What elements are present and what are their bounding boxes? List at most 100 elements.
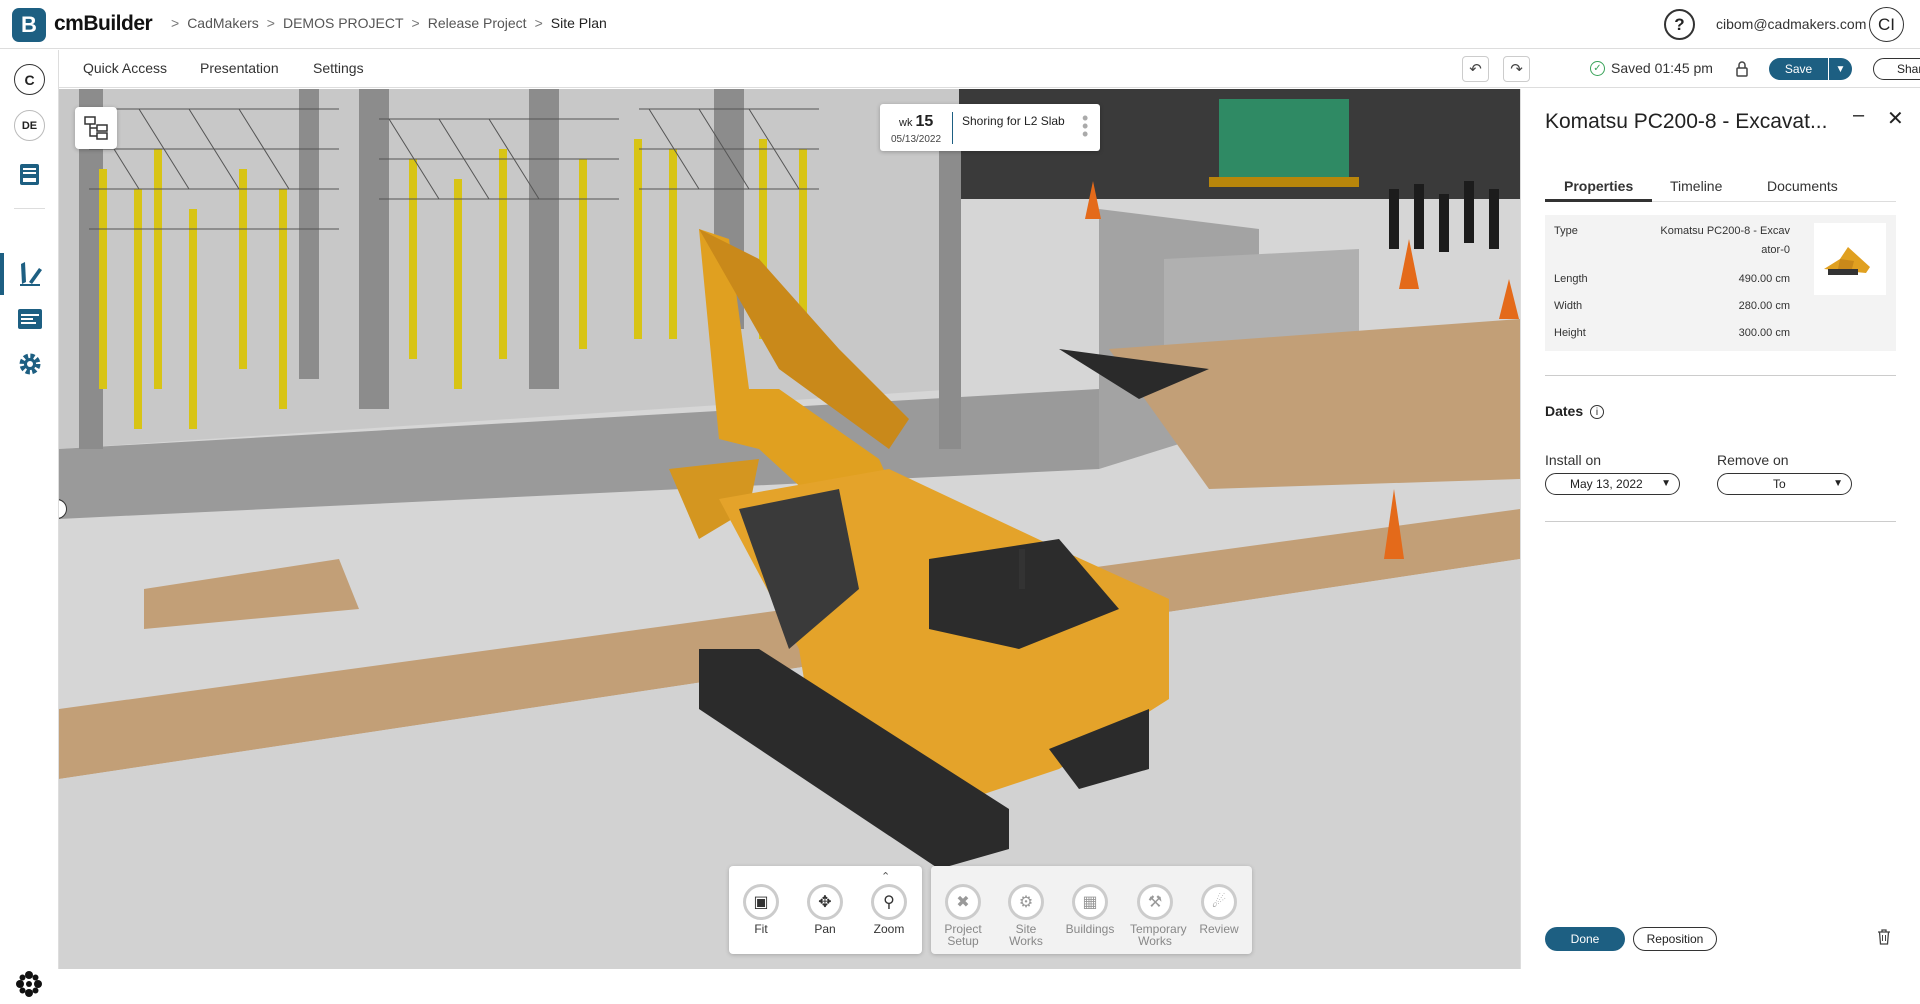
category-label: Project Setup [944, 922, 982, 948]
project-de-button[interactable]: DE [14, 110, 45, 141]
reposition-button[interactable]: Reposition [1633, 927, 1717, 951]
chevron-up-icon[interactable]: ⌃ [881, 870, 890, 883]
week-label: wk 15 [899, 113, 933, 131]
category-label: Review [1199, 922, 1239, 936]
review-icon: ☄ [1201, 884, 1237, 920]
user-email[interactable]: cibom@cadmakers.com [1716, 16, 1866, 32]
save-button-label: Save [1784, 62, 1813, 76]
help-button[interactable]: ? [1664, 9, 1695, 40]
model-tree-button[interactable] [75, 107, 117, 149]
minimize-icon[interactable]: – [1853, 104, 1864, 127]
length-label: Length [1554, 273, 1588, 285]
breadcrumb-separator: > [534, 15, 543, 31]
width-label: Width [1554, 300, 1583, 312]
3d-viewport[interactable]: › wk15 05/13/2022 Shoring for L2 Slab ••… [59, 89, 1520, 969]
breadcrumb-item[interactable]: Release Project [428, 15, 527, 31]
remove-date-select[interactable]: To ▼ [1717, 473, 1852, 495]
pan-button[interactable]: ✥ Pan [800, 884, 850, 935]
zoom-label: Zoom [873, 922, 905, 936]
pan-label: Pan [814, 922, 836, 936]
breadcrumb-separator: > [411, 15, 420, 31]
timeline-card[interactable]: wk 15 05/13/2022 Shoring for L2 Slab • • • [880, 104, 1100, 151]
week-date: 05/13/2022 [891, 134, 942, 145]
category-label: Site Works [1009, 922, 1043, 948]
tab-documents[interactable]: Documents [1767, 178, 1838, 194]
top-bar: B cmBuilder > CadMakers > DEMOS PROJECT … [0, 0, 1920, 49]
done-button[interactable]: Done [1545, 927, 1625, 951]
left-sidebar: C DE [0, 50, 59, 997]
temporary-works-button[interactable]: ⚒ Temporary Works [1130, 884, 1187, 947]
tools-icon: ✖ [945, 884, 981, 920]
tab-properties[interactable]: Properties [1564, 178, 1633, 194]
menu-presentation[interactable]: Presentation [200, 60, 279, 76]
buildings-button[interactable]: ▦ Buildings [1065, 884, 1115, 935]
cmbuilder-logo[interactable]: B [12, 8, 46, 42]
settings-gear-icon[interactable] [14, 348, 45, 379]
breadcrumb-item[interactable]: CadMakers [187, 15, 259, 31]
active-tab-indicator [1545, 199, 1652, 202]
fit-icon: ▣ [743, 884, 779, 920]
redo-icon[interactable]: ↷ [1503, 56, 1530, 82]
more-vertical-icon[interactable]: • • • [1082, 109, 1088, 143]
design-pencil-icon[interactable] [14, 258, 45, 289]
install-date-value: May 13, 2022 [1570, 477, 1643, 491]
save-status: ✓ Saved 01:45 pm [1590, 60, 1713, 76]
section-divider [1545, 521, 1896, 522]
week-prefix: wk [899, 117, 913, 129]
breadcrumb-separator: > [171, 15, 180, 31]
fit-button[interactable]: ▣ Fit [736, 884, 786, 935]
task-name: Shoring for L2 Slab [962, 114, 1065, 128]
height-label: Height [1554, 327, 1586, 339]
section-divider [1545, 375, 1896, 376]
dropdown-arrow-icon: ▼ [1833, 478, 1843, 489]
buildings-icon: ▦ [1072, 884, 1108, 920]
dropdown-arrow-icon: ▼ [1661, 478, 1671, 489]
dates-heading: Dates [1545, 403, 1584, 419]
crane-icon: ⚒ [1137, 884, 1173, 920]
avatar[interactable]: CI [1869, 7, 1904, 42]
tree-hierarchy-icon [84, 116, 108, 140]
sidebar-divider [14, 208, 45, 209]
install-date-select[interactable]: May 13, 2022 ▼ [1545, 473, 1680, 495]
pan-icon: ✥ [807, 884, 843, 920]
trash-icon[interactable] [1877, 929, 1891, 949]
site-scene[interactable] [59, 89, 1520, 969]
category-tools: ✖ Project Setup ⚙ Site Works ▦ Buildings … [931, 866, 1252, 954]
schedule-icon[interactable] [14, 303, 45, 334]
close-icon[interactable]: ✕ [1887, 106, 1904, 131]
properties-table: Type Komatsu PC200-8 - Excav ator-0 Leng… [1545, 215, 1896, 351]
height-value: 300.00 cm [1738, 327, 1790, 339]
tab-timeline[interactable]: Timeline [1670, 178, 1722, 194]
zoom-icon: ⚲ [871, 884, 907, 920]
company-button[interactable]: C [14, 64, 45, 95]
book-icon[interactable] [14, 159, 45, 190]
saved-check-icon: ✓ [1590, 60, 1605, 76]
brand-name: cmBuilder [54, 12, 153, 35]
excavator-icon: ⚙ [1008, 884, 1044, 920]
breadcrumb-separator: > [266, 15, 275, 31]
project-setup-button[interactable]: ✖ Project Setup [938, 884, 988, 947]
panel-title: Komatsu PC200-8 - Excavat... [1545, 110, 1828, 133]
lock-icon[interactable] [1728, 56, 1755, 82]
properties-panel: Komatsu PC200-8 - Excavat... – ✕ Propert… [1520, 89, 1920, 969]
breadcrumb-item[interactable]: DEMOS PROJECT [283, 15, 404, 31]
save-button[interactable]: Save ▼ [1769, 58, 1852, 80]
width-value: 280.00 cm [1738, 300, 1790, 312]
site-works-button[interactable]: ⚙ Site Works [1001, 884, 1051, 947]
info-icon[interactable]: i [1590, 405, 1604, 419]
length-value: 490.00 cm [1738, 273, 1790, 285]
remove-on-label: Remove on [1717, 452, 1789, 468]
review-button[interactable]: ☄ Review [1194, 884, 1244, 935]
zoom-button[interactable]: ⚲ Zoom [864, 884, 914, 935]
menu-quick-access[interactable]: Quick Access [83, 60, 167, 76]
menu-bar: Quick Access Presentation Settings ↶ ↷ ✓… [59, 50, 1920, 88]
apps-menu-icon[interactable] [14, 969, 44, 1004]
card-divider [952, 112, 953, 144]
share-button[interactable]: Share [1873, 58, 1920, 80]
remove-date-value: To [1773, 477, 1786, 491]
panel-tabs: Properties Timeline Documents [1545, 175, 1896, 202]
save-dropdown-chevron-icon[interactable]: ▼ [1828, 58, 1852, 80]
undo-icon[interactable]: ↶ [1462, 56, 1489, 82]
menu-settings[interactable]: Settings [313, 60, 364, 76]
type-label: Type [1554, 225, 1578, 237]
